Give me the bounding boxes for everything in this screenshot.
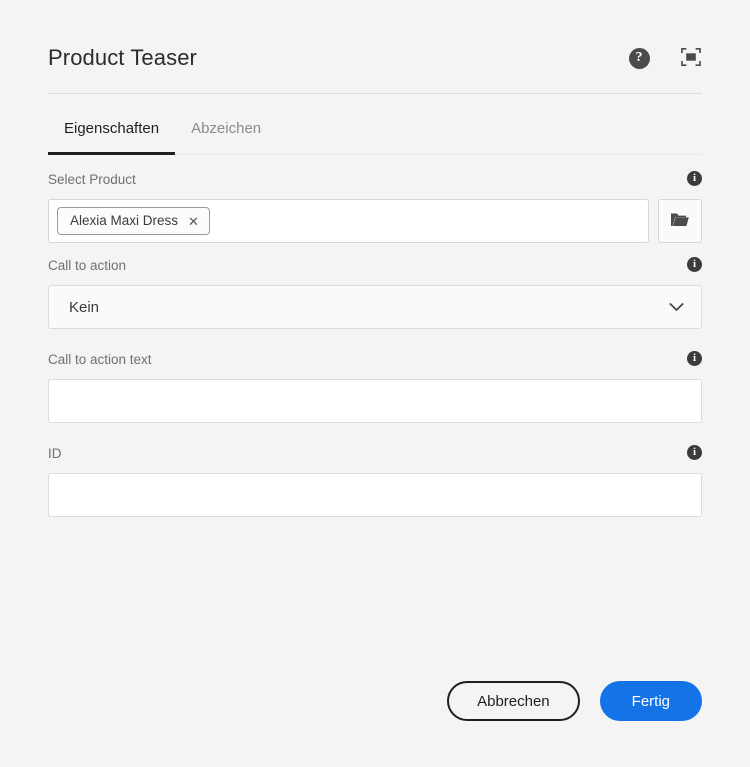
call-to-action-select[interactable]: Kein bbox=[48, 285, 702, 329]
field-call-to-action-text: i Call to action text bbox=[48, 351, 702, 423]
info-icon-call-to-action-text[interactable]: i bbox=[687, 351, 702, 366]
folder-icon bbox=[670, 211, 690, 232]
form-fields: i Select Product Alexia Maxi Dress ✕ i C… bbox=[48, 155, 702, 517]
product-chip[interactable]: Alexia Maxi Dress ✕ bbox=[57, 207, 210, 235]
label-id: ID bbox=[48, 446, 62, 461]
call-to-action-text-input[interactable] bbox=[48, 379, 702, 423]
dialog-header: Product Teaser ? bbox=[48, 0, 702, 72]
chevron-down-icon bbox=[669, 302, 684, 312]
id-input[interactable] bbox=[48, 473, 702, 517]
fullscreen-icon bbox=[680, 46, 702, 71]
page-title: Product Teaser bbox=[48, 45, 197, 70]
tab-abzeichen[interactable]: Abzeichen bbox=[175, 112, 277, 155]
tab-bar: Eigenschaften Abzeichen bbox=[48, 112, 702, 155]
field-select-product: i Select Product Alexia Maxi Dress ✕ bbox=[48, 171, 702, 243]
info-icon-id[interactable]: i bbox=[687, 445, 702, 460]
product-teaser-dialog: Product Teaser ? Eigenschaften Abzeichen… bbox=[0, 0, 750, 767]
dialog-footer: Abbrechen Fertig bbox=[447, 681, 702, 721]
call-to-action-value: Kein bbox=[69, 298, 100, 316]
product-chip-label: Alexia Maxi Dress bbox=[70, 213, 179, 228]
info-icon-select-product[interactable]: i bbox=[687, 171, 702, 186]
help-button[interactable]: ? bbox=[628, 47, 650, 69]
field-call-to-action: i Call to action Kein bbox=[48, 257, 702, 329]
browse-folder-button[interactable] bbox=[658, 199, 702, 243]
fullscreen-button[interactable] bbox=[680, 47, 702, 69]
tab-eigenschaften[interactable]: Eigenschaften bbox=[48, 112, 176, 155]
done-button[interactable]: Fertig bbox=[599, 681, 702, 721]
select-product-row: Alexia Maxi Dress ✕ bbox=[48, 199, 702, 243]
label-select-product: Select Product bbox=[48, 172, 136, 187]
cancel-button[interactable]: Abbrechen bbox=[447, 681, 580, 721]
label-call-to-action-text: Call to action text bbox=[48, 352, 152, 367]
header-actions: ? bbox=[628, 47, 702, 69]
help-icon: ? bbox=[628, 47, 650, 69]
close-icon[interactable]: ✕ bbox=[188, 215, 199, 228]
label-call-to-action: Call to action bbox=[48, 258, 127, 273]
field-id: i ID bbox=[48, 445, 702, 517]
header-divider bbox=[48, 93, 702, 94]
info-icon-call-to-action[interactable]: i bbox=[687, 257, 702, 272]
product-tag-field[interactable]: Alexia Maxi Dress ✕ bbox=[48, 199, 649, 243]
